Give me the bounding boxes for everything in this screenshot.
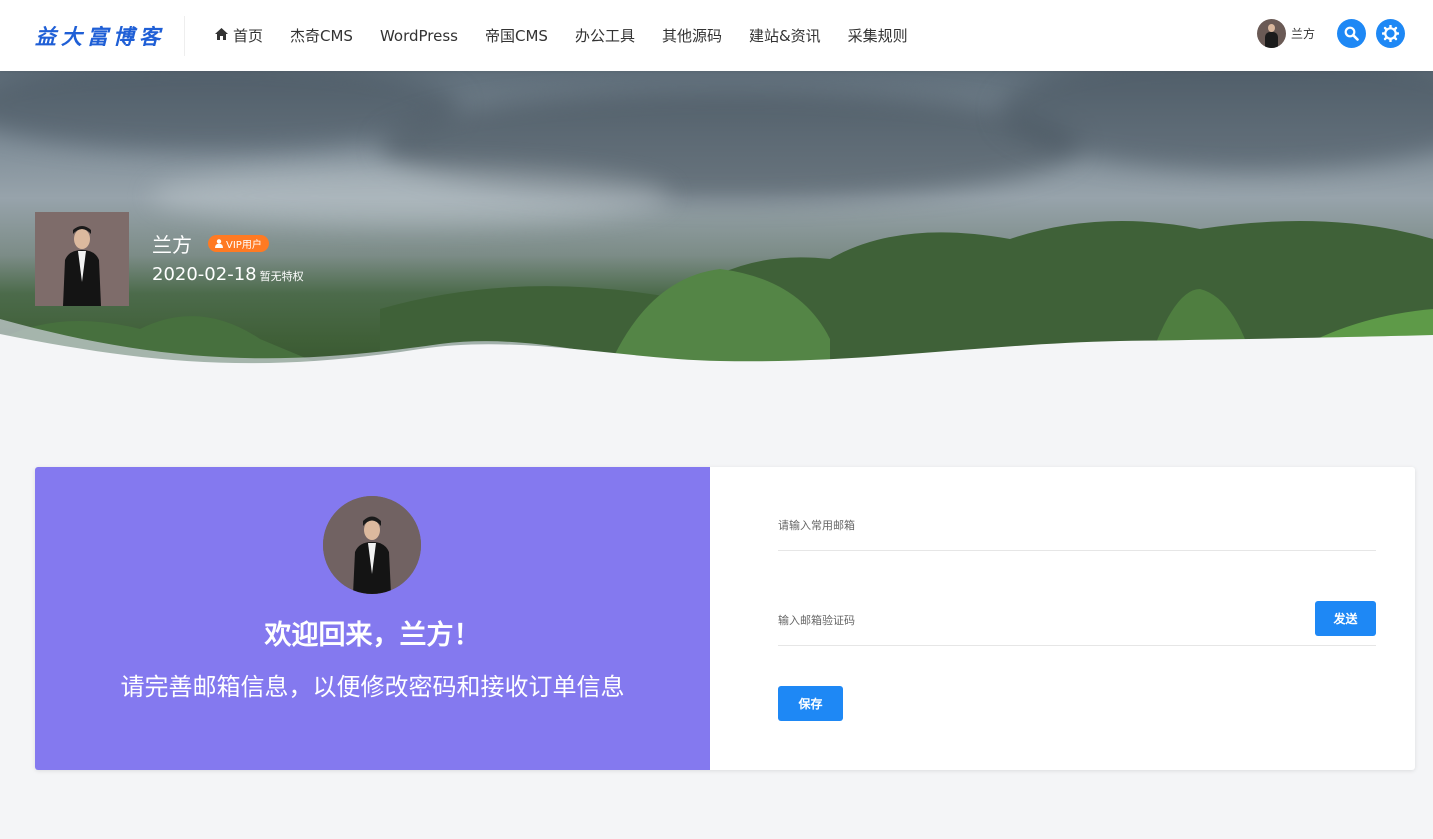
send-code-button[interactable]: 发送 xyxy=(1315,601,1376,636)
nav-item-jieqi-cms[interactable]: 杰奇CMS xyxy=(290,25,353,46)
welcome-subtitle: 请完善邮箱信息，以便修改密码和接收订单信息 xyxy=(120,673,625,701)
verification-code-field[interactable] xyxy=(778,614,1288,627)
nav-item-home[interactable]: 首页 xyxy=(215,25,263,46)
user-icon xyxy=(215,239,223,248)
nav-item-collect-rules[interactable]: 采集规则 xyxy=(848,25,908,46)
save-button[interactable]: 保存 xyxy=(778,686,843,721)
search-icon xyxy=(1344,26,1359,41)
profile-meta: 2020-02-18 暂无特权 xyxy=(152,264,304,285)
email-field-row xyxy=(778,501,1376,551)
code-field-row xyxy=(778,596,1376,646)
user-avatar[interactable] xyxy=(1256,19,1286,48)
vip-badge: VIP用户 xyxy=(208,235,269,252)
profile-name-row: 兰方 VIP用户 xyxy=(152,229,269,258)
profile-name: 兰方 xyxy=(152,233,192,257)
welcome-panel: 欢迎回来，兰方！ 请完善邮箱信息，以便修改密码和接收订单信息 xyxy=(35,467,710,770)
search-button[interactable] xyxy=(1337,19,1366,48)
main-nav: 首页 杰奇CMS WordPress 帝国CMS 办公工具 其他源码 建站&资讯… xyxy=(215,25,935,46)
settings-button[interactable] xyxy=(1376,19,1405,48)
site-logo[interactable]: 益大富博客 xyxy=(35,15,185,56)
top-navbar: 益大富博客 首页 杰奇CMS WordPress 帝国CMS 办公工具 其他源码… xyxy=(0,0,1433,71)
profile-avatar xyxy=(35,212,129,306)
email-settings-card: 欢迎回来，兰方！ 请完善邮箱信息，以便修改密码和接收订单信息 发送 保存 xyxy=(35,467,1415,770)
header-user-area: 兰方 xyxy=(1256,19,1405,48)
header-user-name[interactable]: 兰方 xyxy=(1291,25,1315,42)
email-field[interactable] xyxy=(778,519,1376,532)
nav-item-office-tools[interactable]: 办公工具 xyxy=(575,25,635,46)
nav-item-wordpress[interactable]: WordPress xyxy=(380,27,458,45)
banner-landscape xyxy=(0,221,1433,389)
home-icon xyxy=(215,27,228,44)
gear-icon xyxy=(1382,25,1399,42)
privilege-text: 暂无特权 xyxy=(259,270,304,283)
welcome-title: 欢迎回来，兰方！ xyxy=(264,620,481,651)
nav-item-other-source[interactable]: 其他源码 xyxy=(662,25,722,46)
nav-label: 首页 xyxy=(233,27,264,45)
join-date: 2020-02-18 xyxy=(152,264,257,285)
welcome-avatar xyxy=(323,496,421,594)
nav-item-site-news[interactable]: 建站&资讯 xyxy=(749,25,821,46)
profile-banner: 兰方 VIP用户 2020-02-18 暂无特权 xyxy=(0,71,1433,389)
nav-item-empire-cms[interactable]: 帝国CMS xyxy=(485,25,548,46)
vip-badge-label: VIP用户 xyxy=(226,240,262,251)
email-form: 发送 保存 xyxy=(710,467,1415,770)
